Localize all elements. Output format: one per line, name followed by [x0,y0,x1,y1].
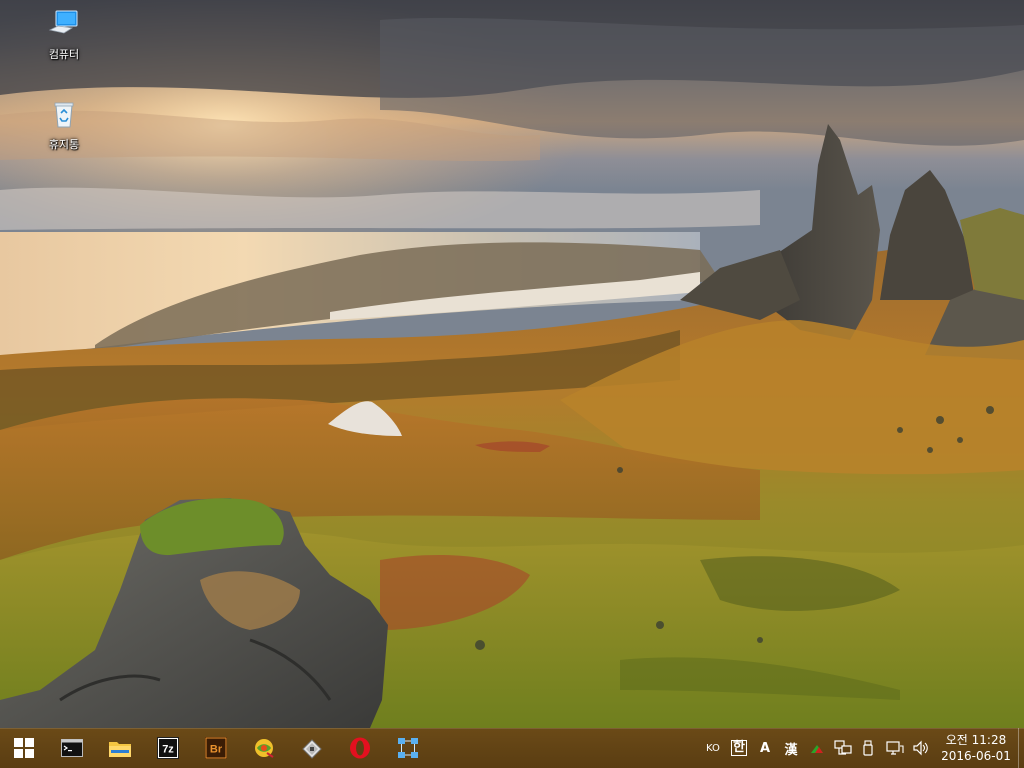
tray-volume[interactable] [908,728,934,768]
usb-device-icon [863,740,873,756]
computer-icon [48,10,78,34]
monitor-network-icon [886,741,904,755]
tray-show-hidden-icons[interactable] [804,728,830,768]
clock-date: 2016-06-01 [941,749,1011,763]
disk-tool-icon [302,739,322,759]
taskbar-7zip[interactable]: 7z [144,728,192,768]
adobe-bridge-icon: Br [205,737,227,759]
volume-icon [913,740,928,756]
tray-language-indicator[interactable]: KO [700,728,726,768]
wallpaper-landscape [0,0,1024,728]
desktop: 컴퓨터 휴지통 [0,0,1024,728]
taskbar-opera[interactable] [336,728,384,768]
taskbar-adobe-bridge[interactable]: Br [192,728,240,768]
system-tray: KO 한 A 漢 오전 11:28 2016-06-01 [700,728,1024,768]
show-hidden-icons-chevron-icon [811,745,823,753]
tray-ime-hanja[interactable]: 漢 [778,728,804,768]
adobe-bridge-icon-text: Br [210,744,223,756]
clock-time: 오전 11:28 [945,733,1007,747]
windows-start-icon [14,738,34,758]
command-prompt-icon [61,739,83,757]
network-icon [834,740,852,755]
desktop-icon-label: 휴지통 [48,138,80,151]
ime-hangul-label: 한 [731,740,747,756]
desktop-icon-recycle-bin[interactable]: 휴지통 [32,98,96,152]
7zip-icon-text: 7z [162,744,174,756]
7zip-icon: 7z [157,737,179,759]
taskbar-command-prompt[interactable] [48,728,96,768]
show-desktop-button[interactable] [1018,728,1024,768]
start-button[interactable] [0,728,48,768]
tray-usb-device[interactable] [856,728,882,768]
file-explorer-icon [109,742,131,757]
desktop-icon-computer[interactable]: 컴퓨터 [32,8,96,62]
tray-network[interactable] [830,728,856,768]
remote-connection-icon [398,738,418,758]
taskbar: 7z Br KO 한 A 漢 오전 11:28 2016-06-01 [0,728,1024,768]
tray-ime-hangul[interactable]: 한 [726,728,752,768]
tray-ime-width[interactable]: A [752,728,778,768]
taskbar-disk-tool[interactable] [288,728,336,768]
taskbar-file-explorer[interactable] [96,728,144,768]
taskbar-network-tool[interactable] [240,728,288,768]
tray-clock[interactable]: 오전 11:28 2016-06-01 [934,732,1018,764]
opera-browser-icon [350,737,370,759]
taskbar-remote-connection[interactable] [384,728,432,768]
tray-monitor-network[interactable] [882,728,908,768]
recycle-bin-icon [54,102,74,128]
desktop-icon-label: 컴퓨터 [48,48,80,61]
network-tool-icon [255,739,274,758]
